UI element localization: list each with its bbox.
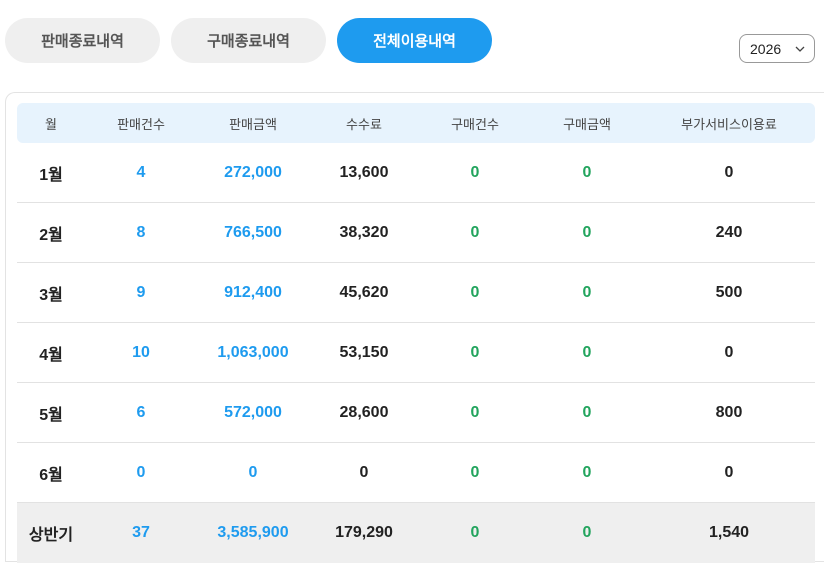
- cell-sales-amount[interactable]: 1,063,000: [197, 344, 309, 362]
- total-purchase-amount[interactable]: 0: [531, 524, 643, 542]
- column-header-purchase-count: 구매건수: [451, 116, 499, 132]
- cell-sales-amount[interactable]: 272,000: [197, 164, 309, 182]
- cell-purchase-amount[interactable]: 0: [531, 344, 643, 362]
- cell-sales-count[interactable]: 4: [85, 164, 197, 182]
- chevron-down-icon: [795, 46, 805, 52]
- cell-month: 5월: [39, 406, 63, 424]
- cell-sales-amount[interactable]: 912,400: [197, 284, 309, 302]
- usage-panel: 월 판매건수 판매금액 수수료 구매건수 구매금액 부가서비스이용료 1월 4 …: [5, 92, 824, 563]
- cell-purchase-count[interactable]: 0: [419, 464, 531, 482]
- column-header-purchase-amount: 구매금액: [563, 116, 611, 132]
- year-select[interactable]: 2026: [739, 34, 815, 63]
- cell-purchase-amount[interactable]: 0: [531, 224, 643, 242]
- total-extra-service-fee: 1,540: [708, 524, 750, 541]
- cell-month: 4월: [39, 346, 63, 364]
- cell-fee: 38,320: [339, 223, 389, 241]
- cell-fee: 13,600: [339, 163, 389, 181]
- cell-extra-service-fee: 800: [715, 403, 743, 421]
- cell-purchase-amount[interactable]: 0: [531, 404, 643, 422]
- cell-purchase-amount[interactable]: 0: [531, 164, 643, 182]
- cell-fee: 0: [359, 463, 369, 481]
- tab-all-usage[interactable]: 전체이용내역: [337, 18, 492, 63]
- tab-purchases-ended[interactable]: 구매종료내역: [171, 18, 326, 63]
- table-header-row: 월 판매건수 판매금액 수수료 구매건수 구매금액 부가서비스이용료: [17, 103, 815, 143]
- total-purchase-count[interactable]: 0: [419, 524, 531, 542]
- cell-extra-service-fee: 0: [724, 163, 734, 181]
- table-row: 1월 4 272,000 13,600 0 0 0: [17, 143, 815, 203]
- table-row: 2월 8 766,500 38,320 0 0 240: [17, 203, 815, 263]
- total-fee: 179,290: [335, 524, 393, 541]
- total-label: 상반기: [28, 527, 74, 544]
- cell-purchase-amount[interactable]: 0: [531, 284, 643, 302]
- usage-table: 월 판매건수 판매금액 수수료 구매건수 구매금액 부가서비스이용료 1월 4 …: [17, 103, 815, 563]
- table-row: 4월 10 1,063,000 53,150 0 0 0: [17, 323, 815, 383]
- table-row: 3월 9 912,400 45,620 0 0 500: [17, 263, 815, 323]
- total-sales-count[interactable]: 37: [85, 524, 197, 542]
- cell-sales-count[interactable]: 9: [85, 284, 197, 302]
- cell-sales-count[interactable]: 10: [85, 344, 197, 362]
- table-row: 6월 0 0 0 0 0 0: [17, 443, 815, 503]
- cell-purchase-count[interactable]: 0: [419, 164, 531, 182]
- cell-fee: 53,150: [339, 343, 389, 361]
- column-header-sales-count: 판매건수: [117, 116, 165, 132]
- cell-fee: 45,620: [339, 283, 389, 301]
- cell-sales-amount[interactable]: 0: [197, 464, 309, 482]
- column-header-extra-service-fee: 부가서비스이용료: [681, 116, 777, 132]
- cell-month: 1월: [39, 166, 63, 184]
- cell-fee: 28,600: [339, 403, 389, 421]
- total-sales-amount[interactable]: 3,585,900: [197, 524, 309, 542]
- cell-sales-amount[interactable]: 572,000: [197, 404, 309, 422]
- column-header-fee: 수수료: [346, 116, 382, 132]
- cell-sales-count[interactable]: 0: [85, 464, 197, 482]
- tab-bar: 판매종료내역 구매종료내역 전체이용내역: [5, 18, 492, 63]
- cell-month: 6월: [39, 466, 63, 484]
- cell-month: 2월: [39, 226, 63, 244]
- cell-purchase-count[interactable]: 0: [419, 404, 531, 422]
- tab-sales-ended[interactable]: 판매종료내역: [5, 18, 160, 63]
- table-total-row: 상반기 37 3,585,900 179,290 0 0 1,540: [17, 503, 815, 563]
- column-header-sales-amount: 판매금액: [229, 116, 277, 132]
- cell-purchase-count[interactable]: 0: [419, 344, 531, 362]
- cell-sales-amount[interactable]: 766,500: [197, 224, 309, 242]
- cell-purchase-count[interactable]: 0: [419, 284, 531, 302]
- cell-extra-service-fee: 240: [715, 223, 743, 241]
- cell-sales-count[interactable]: 6: [85, 404, 197, 422]
- cell-purchase-amount[interactable]: 0: [531, 464, 643, 482]
- cell-month: 3월: [39, 286, 63, 304]
- cell-extra-service-fee: 0: [724, 343, 734, 361]
- cell-extra-service-fee: 500: [715, 283, 743, 301]
- cell-sales-count[interactable]: 8: [85, 224, 197, 242]
- year-select-value: 2026: [750, 40, 782, 57]
- table-row: 5월 6 572,000 28,600 0 0 800: [17, 383, 815, 443]
- cell-extra-service-fee: 0: [724, 463, 734, 481]
- column-header-month: 월: [45, 116, 57, 132]
- cell-purchase-count[interactable]: 0: [419, 224, 531, 242]
